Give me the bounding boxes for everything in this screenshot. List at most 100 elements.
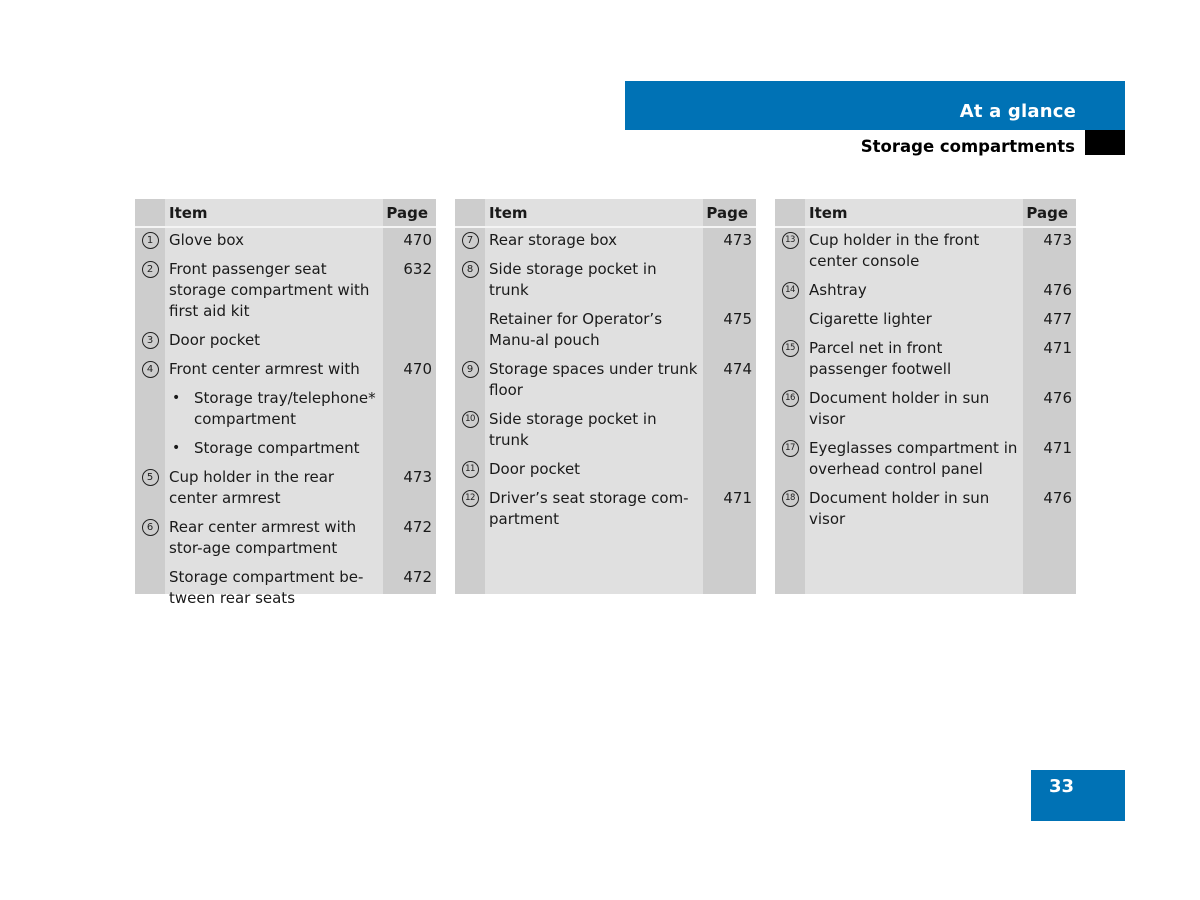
row-number-cell: 2 [135, 259, 165, 322]
row-number-cell: 11 [455, 459, 485, 480]
circled-number-icon: 10 [461, 411, 479, 428]
item-cell: Rear center armrest with stor-age compar… [169, 518, 357, 557]
row-number-cell: 5 [135, 467, 165, 509]
table-row: 15 Parcel net in front passenger footwell… [775, 338, 1076, 388]
row-number-cell: 16 [775, 388, 805, 430]
item-cell: Side storage pocket in trunk [489, 260, 657, 299]
table-header: Item Page [775, 199, 1076, 228]
page-cell [383, 388, 436, 430]
table-row: 12 Driver’s seat storage com-partment 471 [455, 488, 756, 538]
item-cell: Front passenger seat storage compartment… [169, 260, 370, 320]
page-cell: 473 [723, 231, 752, 249]
header-item: Item [169, 204, 208, 222]
circled-number-icon: 3 [141, 332, 159, 349]
item-cell: Glove box [169, 231, 244, 249]
table-row: 14 Ashtray 476 [775, 280, 1076, 309]
table-row: 16 Document holder in sun visor 476 [775, 388, 1076, 438]
table-row: 7 Rear storage box 473 [455, 230, 756, 259]
row-number-cell: 6 [135, 517, 165, 559]
circled-number-icon: 15 [781, 340, 799, 357]
table-row: 5 Cup holder in the rear center armrest 47… [135, 467, 436, 517]
row-number-cell [135, 388, 165, 430]
row-number-cell: 15 [775, 338, 805, 380]
table-row: Storage compartment be-tween rear seats 4… [135, 567, 436, 617]
table-rows: 1 Glove box 470 2 Front passenger seat stora… [135, 230, 436, 617]
table-row: 1 Glove box 470 [135, 230, 436, 259]
table-row: 9 Storage spaces under trunk floor 474 [455, 359, 756, 409]
header-page: Page [706, 204, 748, 222]
item-cell: Eyeglasses compartment in overhead contr… [809, 439, 1018, 478]
circled-number-icon: 6 [141, 519, 159, 536]
page-cell: 476 [1043, 489, 1072, 507]
row-number-cell: 17 [775, 438, 805, 480]
item-cell: Door pocket [489, 460, 581, 478]
table-row: Cigarette lighter 477 [775, 309, 1076, 338]
table-row: 10 Side storage pocket in trunk [455, 409, 756, 459]
row-number-cell: 14 [775, 280, 805, 301]
table-row: 18 Document holder in sun visor 476 [775, 488, 1076, 538]
item-cell: Side storage pocket in trunk [489, 410, 657, 449]
row-number-cell [455, 309, 485, 351]
page-cell: 470 [403, 360, 432, 378]
page-cell: 471 [1043, 339, 1072, 357]
circled-number-icon: 4 [141, 361, 159, 378]
item-cell: Ashtray [809, 281, 867, 299]
circled-number-icon: 16 [781, 390, 799, 407]
item-cell: Document holder in sun visor [809, 389, 990, 428]
table-rows: 7 Rear storage box 473 8 Side storage pocket… [455, 230, 756, 538]
circled-number-icon: 1 [141, 232, 159, 249]
row-number-cell: 4 [135, 359, 165, 380]
circled-number-icon: 5 [141, 469, 159, 486]
storage-table-3: Item Page 13 Cup holder in the front cent… [775, 199, 1076, 594]
row-number-cell [135, 567, 165, 609]
page-cell [703, 459, 756, 480]
item-cell: • Storage tray/telephone* compartment [165, 388, 383, 430]
item-cell: Door pocket [169, 331, 261, 349]
table-row: 8 Side storage pocket in trunk [455, 259, 756, 309]
page-cell: 475 [723, 310, 752, 328]
header-page: Page [386, 204, 428, 222]
circled-number-icon: 17 [781, 440, 799, 457]
page-number-box: 33 [1031, 770, 1125, 821]
item-cell: Driver’s seat storage com-partment [489, 489, 689, 528]
circled-number-icon: 11 [461, 461, 479, 478]
page-cell: 471 [1043, 439, 1072, 457]
item-cell: • Storage compartment [165, 438, 383, 459]
item-cell: Cigarette lighter [809, 310, 932, 328]
circled-number-icon: 2 [141, 261, 159, 278]
item-cell: Rear storage box [489, 231, 617, 249]
page-cell: 472 [403, 568, 432, 586]
bullet-icon: • [172, 440, 181, 456]
page-cell: 473 [403, 468, 432, 486]
page-cell: 476 [1043, 281, 1072, 299]
circled-number-icon: 13 [781, 232, 799, 249]
page-cell [383, 330, 436, 351]
item-cell: Storage spaces under trunk floor [489, 360, 698, 399]
table-row: Retainer for Operator’s Manu-al pouch 475 [455, 309, 756, 359]
item-cell: Cup holder in the front center console [809, 231, 980, 270]
chapter-title: At a glance [959, 101, 1076, 122]
section-title: Storage compartments [860, 137, 1075, 156]
circled-number-icon: 18 [781, 490, 799, 507]
page-number: 33 [1049, 776, 1075, 797]
row-number-cell: 7 [455, 230, 485, 251]
row-number-cell: 18 [775, 488, 805, 530]
header-item: Item [809, 204, 848, 222]
page-cell [703, 259, 756, 301]
row-number-cell [775, 309, 805, 330]
row-number-cell: 12 [455, 488, 485, 530]
table-row: 3 Door pocket [135, 330, 436, 359]
table-row: 2 Front passenger seat storage compartmen… [135, 259, 436, 330]
page-cell: 474 [723, 360, 752, 378]
page-cell: 473 [1043, 231, 1072, 249]
row-number-cell: 3 [135, 330, 165, 351]
item-cell: Storage compartment be-tween rear seats [169, 568, 364, 607]
circled-number-icon: 14 [781, 282, 799, 299]
header-page: Page [1026, 204, 1068, 222]
item-cell: Cup holder in the rear center armrest [169, 468, 335, 507]
table-row: 11 Door pocket [455, 459, 756, 488]
bullet-icon: • [172, 390, 181, 406]
section-marker [1085, 130, 1125, 155]
page-cell: 471 [723, 489, 752, 507]
row-number-cell: 8 [455, 259, 485, 301]
